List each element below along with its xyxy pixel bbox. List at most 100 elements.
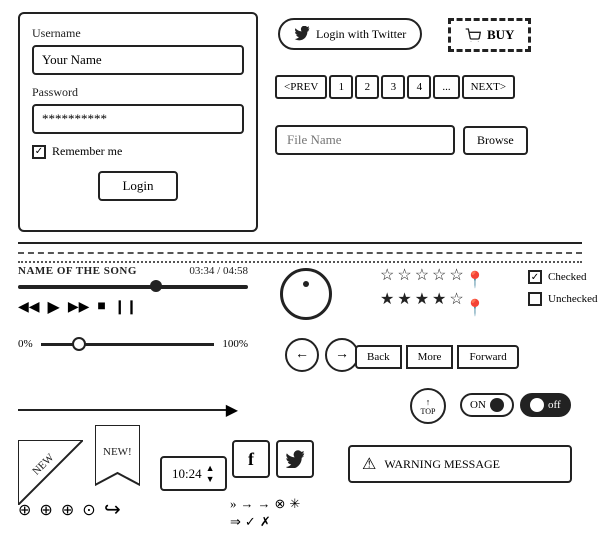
x-mark: ✗ <box>260 514 271 530</box>
nav-left-button[interactable]: ← <box>285 338 319 372</box>
media-controls: ◀◀ ▶ ▶▶ ■ ❙❙ <box>18 297 248 317</box>
pin-2: 📍 <box>465 298 485 318</box>
page-ellipsis-button[interactable]: ... <box>433 75 459 99</box>
toggle-off-button[interactable]: off <box>520 393 571 417</box>
warning-icon: ⚠ <box>362 454 376 474</box>
pause-button[interactable]: ❙❙ <box>114 299 137 316</box>
main-container: Username Password ✓ Remember me Login Lo… <box>0 0 600 560</box>
remember-checkbox[interactable]: ✓ <box>32 145 46 159</box>
circle-plus-3[interactable]: ⊕ <box>61 500 74 520</box>
circle-plus-2[interactable]: ⊕ <box>39 500 52 520</box>
file-row: Browse <box>275 125 528 155</box>
star-2-empty[interactable]: ☆ <box>397 265 411 285</box>
fast-forward-button[interactable]: ▶▶ <box>68 299 90 316</box>
time-arrows[interactable]: ▲ ▼ <box>206 463 215 484</box>
password-input[interactable] <box>32 104 244 134</box>
checked-row: ✓ Checked <box>528 270 597 284</box>
buy-button[interactable]: BUY <box>448 18 531 52</box>
star-5-empty2[interactable]: ☆ <box>449 289 463 309</box>
toggle-on-circle <box>490 398 504 412</box>
facebook-icon-button[interactable]: f <box>232 440 270 478</box>
play-button[interactable]: ▶ <box>48 297 60 317</box>
pagination: <PREV 1 2 3 4 ... NEXT> <box>275 75 515 99</box>
remember-label: Remember me <box>52 144 122 159</box>
circle-symbols-row: ⊕ ⊕ ⊕ ⊙ ↩ <box>18 497 120 522</box>
empty-stars-row: ☆ ☆ ☆ ☆ ☆ <box>380 265 464 285</box>
checked-box[interactable]: ✓ <box>528 270 542 284</box>
new-ribbon-badge: NEW! <box>95 425 140 495</box>
remember-row: ✓ Remember me <box>32 144 244 159</box>
circle-plus-1[interactable]: ⊕ <box>18 500 31 520</box>
star-2-filled[interactable]: ★ <box>397 289 411 309</box>
stop-button[interactable]: ■ <box>97 299 105 315</box>
prev-button[interactable]: <PREV <box>275 75 327 99</box>
top-arrow-icon: ↑ <box>426 397 431 407</box>
divider-dashed <box>18 252 582 254</box>
twitter-login-button[interactable]: Login with Twitter <box>278 18 422 50</box>
arrows-row-1: » → → ⊗ ✳ <box>230 496 300 512</box>
rewind-button[interactable]: ◀◀ <box>18 299 40 316</box>
ribbon-icon: NEW! <box>95 425 140 495</box>
double-arrow-right-2: ⇒ <box>230 514 241 530</box>
volume-thumb[interactable] <box>72 337 86 351</box>
star-4-filled[interactable]: ★ <box>432 289 446 309</box>
page-4-button[interactable]: 4 <box>407 75 431 99</box>
browse-button[interactable]: Browse <box>463 126 528 155</box>
top-label: TOP <box>421 407 436 416</box>
time-display-box[interactable]: 10:24 ▲ ▼ <box>160 456 227 491</box>
star-4-empty[interactable]: ☆ <box>432 265 446 285</box>
nav-right-button[interactable]: → <box>325 338 359 372</box>
progress-thumb[interactable] <box>150 280 162 292</box>
more-button[interactable]: More <box>406 345 454 369</box>
toggle-on-label: ON <box>470 399 486 411</box>
divider-dotted <box>18 261 582 263</box>
file-input[interactable] <box>275 125 455 155</box>
time-value: 10:24 <box>172 466 202 482</box>
login-button[interactable]: Login <box>98 171 178 201</box>
circle-x-icon: ⊗ <box>275 496 286 512</box>
next-button[interactable]: NEXT> <box>462 75 516 99</box>
twitter-icon-button[interactable] <box>276 440 314 478</box>
progress-bar[interactable] <box>18 285 248 289</box>
checked-label: Checked <box>548 271 586 283</box>
page-3-button[interactable]: 3 <box>381 75 405 99</box>
toggle-on-button[interactable]: ON <box>460 393 514 417</box>
forward-button[interactable]: Forward <box>457 345 518 369</box>
pin-icon-2: 📍 <box>465 298 485 318</box>
double-arrow-right-1: » <box>230 496 237 512</box>
star-1-empty[interactable]: ☆ <box>380 265 394 285</box>
buy-btn-label: BUY <box>487 27 514 43</box>
star-5-empty[interactable]: ☆ <box>449 265 463 285</box>
arrow-line <box>18 409 228 411</box>
nav-circles: ← → <box>285 338 359 372</box>
back-button[interactable]: Back <box>355 345 402 369</box>
page-1-button[interactable]: 1 <box>329 75 353 99</box>
volume-bar[interactable] <box>41 343 215 346</box>
knob-dial[interactable] <box>280 268 332 320</box>
pins-section: 📍 📍 <box>465 270 485 324</box>
svg-text:NEW!: NEW! <box>103 446 132 458</box>
filled-stars-row: ★ ★ ★ ★ ☆ <box>380 289 464 309</box>
page-2-button[interactable]: 2 <box>355 75 379 99</box>
warning-label: WARNING MESSAGE <box>384 457 500 472</box>
arrow-right-2: → <box>258 496 271 512</box>
time-down-arrow[interactable]: ▼ <box>206 474 215 484</box>
star-3-filled[interactable]: ★ <box>415 289 429 309</box>
circle-left[interactable]: ⊙ <box>82 500 95 520</box>
song-name: NAME of THE SONG <box>18 265 137 277</box>
arrow-right-1: → <box>241 496 254 512</box>
username-input[interactable] <box>32 45 244 75</box>
username-label: Username <box>32 26 244 41</box>
star-3-empty[interactable]: ☆ <box>415 265 429 285</box>
star-1-filled[interactable]: ★ <box>380 289 394 309</box>
password-label: Password <box>32 85 244 100</box>
social-icons: f <box>232 440 314 478</box>
top-button[interactable]: ↑ TOP <box>410 388 446 424</box>
music-player: NAME of THE SONG 03:34 / 04:58 ◀◀ ▶ ▶▶ ■… <box>18 265 248 317</box>
cart-icon <box>465 28 481 42</box>
arrow-head-icon: ▶ <box>226 400 238 420</box>
twitter-icon <box>294 26 310 42</box>
unchecked-box[interactable] <box>528 292 542 306</box>
pin-icon-1: 📍 <box>465 270 485 290</box>
time-up-arrow[interactable]: ▲ <box>206 463 215 473</box>
